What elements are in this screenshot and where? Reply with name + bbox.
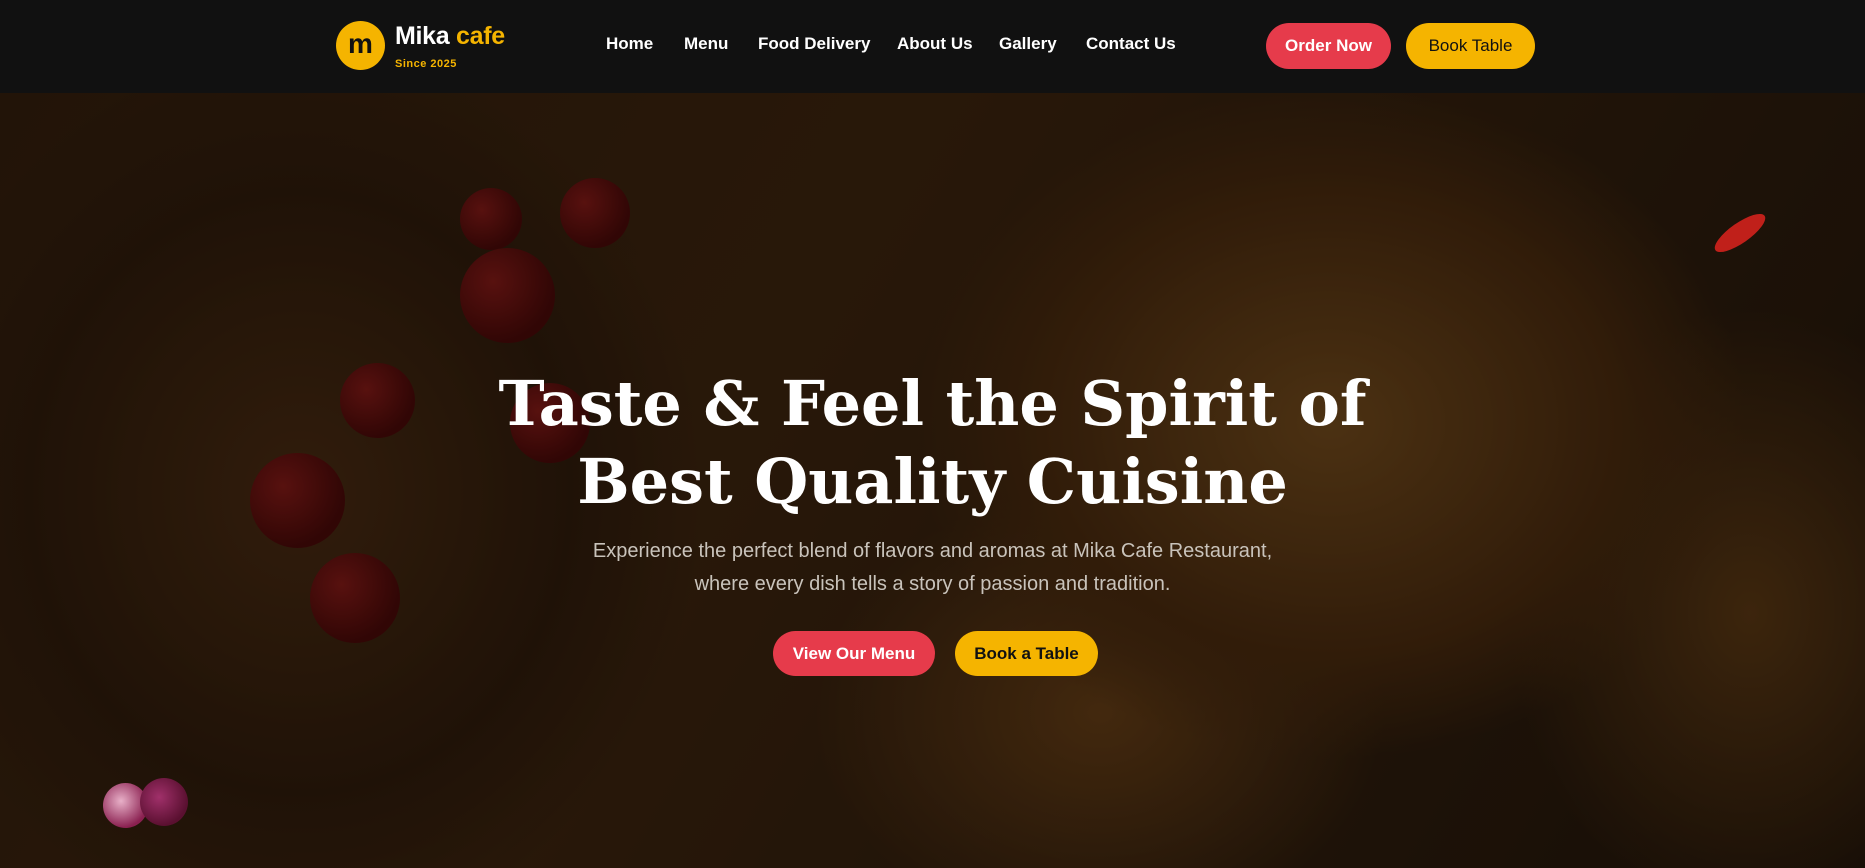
site-header: m Mika cafe Since 2025 Home Menu Food De… — [0, 0, 1865, 93]
view-menu-button[interactable]: View Our Menu — [773, 631, 935, 676]
brand-name-main: Mika — [395, 22, 450, 50]
brand-name-accent: cafe — [456, 22, 505, 50]
book-table-button[interactable]: Book Table — [1406, 23, 1535, 69]
hero-title: Taste & Feel the Spirit of Best Quality C… — [0, 365, 1865, 521]
nav-contact-us[interactable]: Contact Us — [1086, 34, 1176, 54]
brand-tagline: Since 2025 — [395, 58, 457, 70]
nav-gallery[interactable]: Gallery — [999, 34, 1057, 54]
hero-section: Taste & Feel the Spirit of Best Quality C… — [0, 93, 1865, 868]
hero-title-line2: Best Quality Cuisine — [577, 445, 1288, 518]
hero-subtitle-line1: Experience the perfect blend of flavors … — [592, 540, 1273, 562]
nav-home[interactable]: Home — [606, 34, 653, 54]
hero-title-line1: Taste & Feel the Spirit of — [498, 367, 1367, 440]
hero-subtitle-line2: where every dish tells a story of passio… — [694, 573, 1171, 595]
book-a-table-button[interactable]: Book a Table — [955, 631, 1098, 676]
nav-food-delivery[interactable]: Food Delivery — [758, 34, 870, 54]
nav-about-us[interactable]: About Us — [897, 34, 973, 54]
order-now-button[interactable]: Order Now — [1266, 23, 1391, 69]
brand-name[interactable]: Mika cafe — [395, 22, 505, 51]
logo-icon[interactable]: m — [336, 21, 385, 70]
nav-menu[interactable]: Menu — [684, 34, 728, 54]
onion-icon — [140, 778, 188, 826]
hero-subtitle: Experience the perfect blend of flavors … — [0, 535, 1865, 601]
